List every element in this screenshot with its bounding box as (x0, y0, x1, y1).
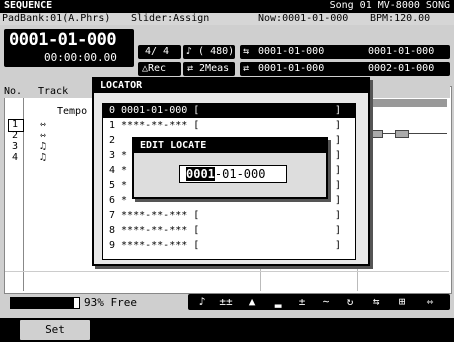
now-position: Now:0001-01-000 (258, 13, 349, 24)
note-icon[interactable]: ♪ (192, 295, 212, 308)
phrase-block[interactable] (395, 130, 409, 138)
midi-track-icon: ♫ (40, 152, 47, 163)
grid-line (5, 271, 449, 272)
loop-icon[interactable]: ↻ (340, 295, 360, 308)
time-position: 00:00:00.00 (44, 51, 117, 64)
edit-locate-dialog[interactable]: EDIT LOCATE 0001-01-000 (132, 137, 328, 199)
memory-free-label: 93% Free (84, 296, 137, 309)
measure-position: 0001-01-000 (9, 30, 117, 50)
loop1-end: 0001-01-000 (368, 46, 435, 57)
grid-icon[interactable]: ⊞ (392, 295, 412, 308)
locator-item[interactable]: 0 0001-01-000 [] (103, 104, 355, 118)
midi-track-icon: ♫ (40, 141, 47, 152)
step-down-icon[interactable]: ▂ (268, 295, 288, 308)
up-icon[interactable]: ▲ (242, 295, 262, 308)
phrase-block[interactable] (369, 130, 383, 138)
loop-length-button[interactable]: ⇄ 2Meas (183, 62, 235, 76)
locate-cursor-field[interactable]: 0001 (186, 167, 215, 181)
locate-input[interactable]: 0001-01-000 (179, 165, 287, 183)
loop-icon: ⇆ (243, 46, 250, 57)
loop2-start: 0001-01-000 (258, 63, 325, 74)
edit-tool-bar: ♪ ±± ▲ ▂ ± ∼ ↻ ⇆ ⊞ ⇿ (188, 294, 450, 310)
track-list[interactable]: 1 ⇿ 2 ⇿ 3 ♫ 4 ♫ (8, 119, 47, 169)
locator-item[interactable]: 1 ****-**-*** [] (103, 119, 355, 133)
track-no: 2 (12, 130, 19, 141)
wave-icon[interactable]: ∼ (316, 295, 336, 308)
locator-title: LOCATOR (100, 80, 143, 91)
locator-item[interactable]: 7 ****-**-*** [] (103, 209, 355, 223)
bpm-display: BPM:120.00 (370, 13, 431, 24)
loop-range-2[interactable]: ⇄ 0001-01-000 0002-01-000 (240, 62, 450, 76)
rec-button[interactable]: △Rec (138, 62, 181, 76)
step-icon[interactable]: ±± (216, 295, 236, 308)
position-display[interactable]: 0001-01-000 00:00:00.00 (4, 29, 134, 67)
song-name: Song 01 MV-8000 SONG (329, 0, 450, 11)
set-button[interactable]: Set (20, 320, 90, 340)
quantize-box[interactable]: ♪ ( 480) (183, 45, 235, 59)
padbank-status: PadBank:01(A.Phrs) (2, 13, 111, 24)
time-signature: 4/ 4 (145, 46, 170, 57)
marker-icon[interactable]: ⇿ (420, 295, 440, 308)
audio-track-icon: ⇿ (40, 119, 47, 130)
rec-label: △Rec (142, 63, 167, 74)
time-signature-box[interactable]: 4/ 4 (138, 45, 181, 59)
locator-title-bar: LOCATOR (94, 79, 368, 93)
quantize-value: ♪ ( 480) (186, 46, 235, 57)
title-bar: SEQUENCE Song 01 MV-8000 SONG (0, 0, 454, 13)
locator-item[interactable]: 9 ****-**-*** [] (103, 239, 355, 253)
track-divider (23, 87, 24, 291)
locator-item[interactable]: 8 ****-**-*** [] (103, 224, 355, 238)
track-no: 4 (12, 152, 19, 163)
punch-icon: ⇄ (243, 63, 250, 74)
track-no: 1 (12, 119, 19, 130)
edit-locate-title: EDIT LOCATE (140, 140, 207, 151)
column-track: Track (38, 86, 69, 97)
column-no: No. (4, 86, 23, 97)
plusminus-icon[interactable]: ± (292, 295, 312, 308)
screen-title: SEQUENCE (4, 0, 53, 11)
locate-value: 0001-01-000 (186, 167, 265, 181)
loop-length-label: ⇄ 2Meas (187, 63, 230, 74)
edit-locate-title-bar: EDIT LOCATE (134, 139, 326, 153)
audio-track-icon: ⇿ (40, 130, 47, 141)
track-no: 3 (12, 141, 19, 152)
loop-range-1[interactable]: ⇆ 0001-01-000 0001-01-000 (240, 45, 450, 59)
info-bar: PadBank:01(A.Phrs) Slider:Assign Now:000… (0, 13, 454, 25)
loop2-end: 0002-01-000 (368, 63, 435, 74)
shuffle-icon[interactable]: ⇆ (366, 295, 386, 308)
slider-status: Slider:Assign (131, 13, 210, 24)
memory-meter (10, 297, 80, 309)
memory-meter-fill (11, 298, 75, 308)
sequence-screen: SEQUENCE Song 01 MV-8000 SONG PadBank:01… (0, 0, 454, 342)
loop1-start: 0001-01-000 (258, 46, 325, 57)
tempo-track-label[interactable]: Tempo (57, 106, 87, 117)
locate-value-rest: -01-000 (214, 167, 266, 181)
